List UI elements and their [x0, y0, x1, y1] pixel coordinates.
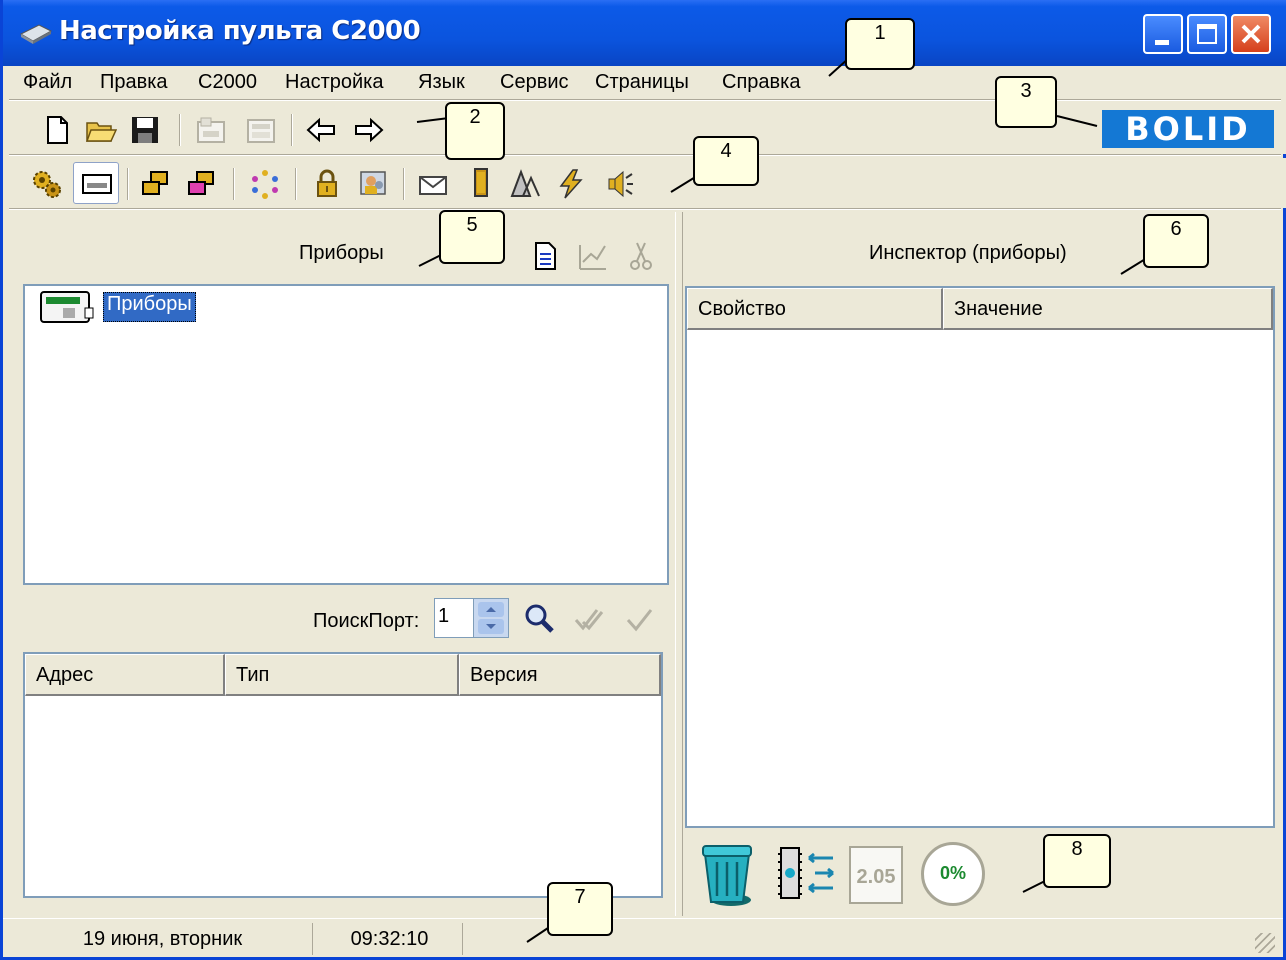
callout-6: 6	[1143, 214, 1209, 268]
callout-7: 7	[547, 882, 613, 936]
application-window: Настройка пульта С2000 Файл Правка С2000…	[0, 0, 1286, 960]
callout-1: 1	[845, 18, 915, 70]
callout-5: 5	[439, 210, 505, 264]
callout-3: 3	[995, 76, 1057, 128]
callout-pointers	[416, 57, 1148, 943]
callout-4: 4	[693, 136, 759, 186]
callout-8: 8	[1043, 834, 1111, 888]
callout-2: 2	[445, 102, 505, 160]
